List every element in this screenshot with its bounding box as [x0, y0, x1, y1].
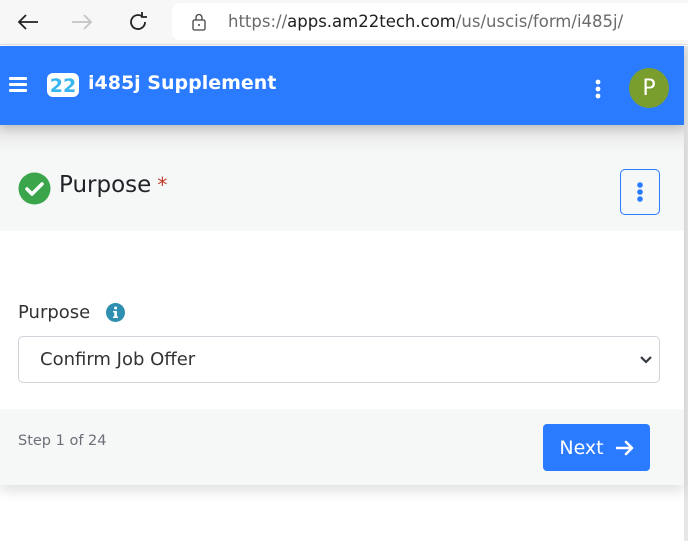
- purpose-select-value: Confirm Job Offer: [40, 349, 196, 370]
- lock-icon: [192, 13, 206, 31]
- app-title: i485j Supplement: [88, 72, 277, 94]
- check-circle-icon: [18, 172, 51, 205]
- url-text: https://apps.am22tech.com/us/uscis/form/…: [228, 12, 623, 31]
- more-vertical-icon[interactable]: [592, 79, 604, 99]
- required-marker: *: [157, 173, 168, 197]
- app-header: 22 i485j Supplement P: [0, 46, 684, 125]
- header-shadow: [0, 125, 684, 153]
- back-button[interactable]: [14, 8, 42, 36]
- more-vertical-icon: [637, 182, 643, 202]
- address-bar[interactable]: https://apps.am22tech.com/us/uscis/form/…: [172, 3, 688, 40]
- section-menu-button[interactable]: [620, 169, 660, 215]
- url-scheme: https://: [228, 12, 288, 31]
- scrollbar[interactable]: [684, 46, 688, 541]
- menu-icon[interactable]: [9, 77, 27, 93]
- next-button-label: Next: [559, 436, 604, 459]
- arrow-right-icon: [615, 440, 633, 455]
- logo-text: 22: [50, 75, 76, 97]
- step-indicator: Step 1 of 24: [18, 433, 107, 449]
- url-host: apps.am22tech.com: [287, 12, 456, 31]
- card-footer: Step 1 of 24 Next: [0, 409, 684, 485]
- section-title-text: Purpose: [59, 172, 152, 198]
- forward-button[interactable]: [68, 8, 96, 36]
- browser-toolbar: https://apps.am22tech.com/us/uscis/form/…: [0, 0, 688, 45]
- purpose-select[interactable]: Confirm Job Offer: [18, 336, 660, 383]
- reload-button[interactable]: [124, 8, 152, 36]
- arrow-right-icon: [72, 14, 93, 30]
- chevron-down-icon: [640, 356, 652, 364]
- avatar[interactable]: P: [629, 68, 669, 108]
- app-logo: 22: [47, 73, 79, 97]
- form-card: Purpose * Purpose Confirm Job Offer Step …: [0, 125, 684, 485]
- purpose-label: Purpose: [18, 302, 91, 323]
- arrow-left-icon: [17, 14, 38, 30]
- info-icon[interactable]: [106, 303, 125, 322]
- next-button[interactable]: Next: [543, 424, 650, 471]
- section-header: Purpose *: [0, 153, 684, 231]
- url-path: /us/uscis/form/i485j/: [455, 12, 624, 31]
- avatar-initial: P: [642, 75, 656, 101]
- reload-icon: [130, 12, 147, 30]
- section-title: Purpose *: [59, 172, 167, 198]
